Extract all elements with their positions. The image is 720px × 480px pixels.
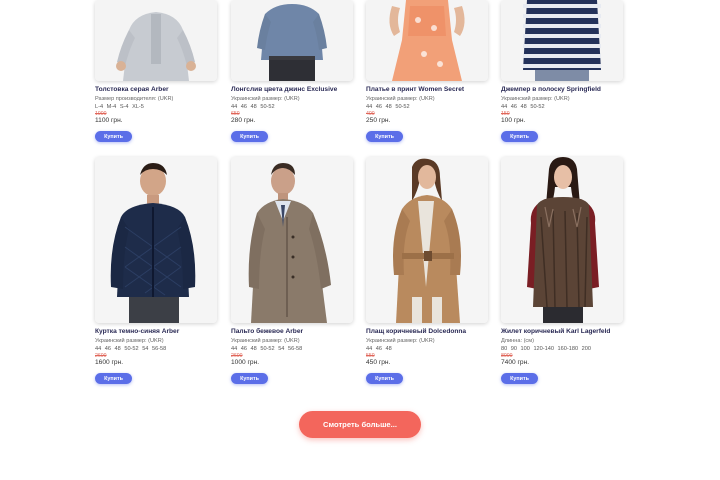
product-photo[interactable] — [501, 157, 623, 323]
size-list: 44 46 48 50-52 54 56-58 — [95, 346, 167, 352]
size-list: 44 46 48 50-52 — [366, 104, 410, 110]
product-photo[interactable] — [501, 0, 623, 81]
product-title[interactable]: Платье в принт Women Secret — [366, 86, 464, 93]
size-list: 44 46 48 50-52 54 56-58 — [231, 346, 303, 352]
show-more-button[interactable]: Смотреть больше... — [299, 411, 421, 438]
product-photo[interactable] — [231, 0, 353, 81]
size-label: Украинский размер: (UKR) — [366, 96, 435, 102]
product-title[interactable]: Плащ коричневый Dolcedonna — [366, 328, 466, 335]
size-list: 44 46 48 — [366, 346, 392, 352]
product-title[interactable]: Пальто бежевое Arber — [231, 328, 303, 335]
size-label: Украинский размер: (UKR) — [95, 338, 164, 344]
product-photo[interactable] — [95, 157, 217, 323]
product-photo[interactable] — [95, 0, 217, 81]
size-list: L-4 M-4 S-4 XL-5 — [95, 104, 144, 110]
buy-button[interactable]: Купить — [501, 373, 538, 384]
buy-button[interactable]: Купить — [366, 131, 403, 142]
product-title[interactable]: Джемпер в полоску Springfield — [501, 86, 601, 93]
size-list: 44 46 48 50-52 — [231, 104, 275, 110]
product-image — [501, 0, 623, 81]
size-label: Размер производителя: (UKR) — [95, 96, 174, 102]
product-image — [95, 157, 217, 323]
price: 1600 грн. — [95, 359, 124, 366]
buy-button[interactable]: Купить — [95, 373, 132, 384]
size-label: Украинский размер: (UKR) — [501, 96, 570, 102]
size-list: 80 90 100 120-140 160-180 200 — [501, 346, 591, 352]
product-title[interactable]: Куртка темно-синяя Arber — [95, 328, 179, 335]
price: 7400 грн. — [501, 359, 530, 366]
product-image — [501, 157, 623, 323]
price: 450 грн. — [366, 359, 391, 366]
product-image — [366, 0, 488, 81]
buy-button[interactable]: Купить — [501, 131, 538, 142]
product-photo[interactable] — [366, 157, 488, 323]
buy-button[interactable]: Купить — [366, 373, 403, 384]
product-photo[interactable] — [366, 0, 488, 81]
product-image — [95, 0, 217, 81]
price: 1000 грн. — [231, 359, 260, 366]
price: 100 грн. — [501, 117, 526, 124]
size-list: 44 46 48 50-52 — [501, 104, 545, 110]
size-label: Украинский размер: (UKR) — [366, 338, 435, 344]
product-image — [231, 0, 353, 81]
size-label: Украинский размер: (UKR) — [231, 96, 300, 102]
product-photo[interactable] — [231, 157, 353, 323]
size-label: Длинна: (см) — [501, 338, 534, 344]
product-title[interactable]: Жилет коричневый Karl Lagerfeld — [501, 328, 610, 335]
product-title[interactable]: Толстовка серая Arber — [95, 86, 169, 93]
price: 1100 грн. — [95, 117, 123, 124]
buy-button[interactable]: Купить — [231, 373, 268, 384]
product-image — [231, 157, 353, 323]
product-image — [366, 157, 488, 323]
buy-button[interactable]: Купить — [95, 131, 132, 142]
price: 280 грн. — [231, 117, 256, 124]
buy-button[interactable]: Купить — [231, 131, 268, 142]
price: 250 грн. — [366, 117, 391, 124]
product-title[interactable]: Лонгслив цвета джинс Exclusive — [231, 86, 337, 93]
size-label: Украинский размер: (UKR) — [231, 338, 300, 344]
